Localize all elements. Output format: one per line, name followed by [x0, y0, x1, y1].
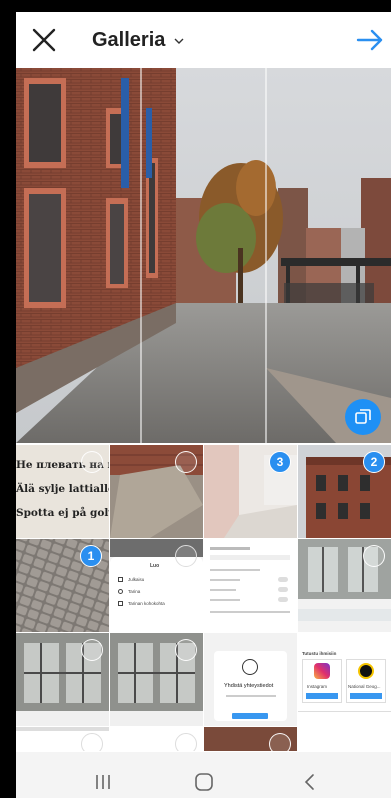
top-bar: Galleria — [16, 12, 391, 68]
text-line — [210, 589, 236, 591]
text-line — [210, 611, 290, 613]
select-circle[interactable] — [175, 733, 197, 751]
menu-item-2: Tarina — [128, 589, 141, 594]
partial-screenshot-2[interactable] — [110, 727, 203, 751]
home-icon[interactable] — [192, 772, 216, 792]
menu-icon — [118, 589, 123, 594]
recents-icon[interactable] — [91, 772, 115, 792]
dialog-button — [232, 713, 268, 719]
follow-button — [350, 693, 382, 699]
photo-preview[interactable] — [16, 68, 391, 443]
select-circle[interactable] — [175, 639, 197, 661]
text-line — [16, 727, 109, 731]
settings-screenshot[interactable] — [204, 539, 297, 632]
text-line — [210, 599, 240, 601]
partial-screenshot-4[interactable] — [298, 727, 391, 751]
window-photo-1[interactable] — [298, 539, 391, 632]
cobblestone-photo[interactable]: 1 — [16, 539, 109, 632]
close-icon[interactable] — [30, 26, 58, 54]
select-circle[interactable] — [269, 733, 291, 751]
toggle-switch — [278, 597, 288, 602]
gallery-selector[interactable]: Galleria — [92, 26, 185, 54]
page-title: Galleria — [92, 28, 166, 51]
dialog-title: Yhdistä yhteystiedot — [224, 683, 274, 689]
selection-order-badge[interactable]: 1 — [80, 545, 102, 567]
menu-item-3: Tarinan kohokohta — [128, 601, 165, 606]
sheet-title: Luo — [150, 563, 160, 569]
connect-screenshot[interactable]: Yhdistä yhteystiedot — [204, 633, 297, 726]
text-line — [210, 579, 240, 581]
sign-photo[interactable]: Не плевать на пол Älä sylje lattialle Sp… — [16, 445, 109, 538]
multi-select-icon[interactable] — [345, 399, 381, 435]
natgeo-logo-icon — [358, 663, 374, 679]
toggle-switch — [278, 577, 288, 582]
section-header: Tutustu ihmisiin — [302, 651, 337, 656]
window-photo-2[interactable] — [16, 633, 109, 726]
gallery-grid: Не плевать на пол Älä sylje lattialle Sp… — [16, 445, 391, 751]
street-photo[interactable]: 3 — [204, 445, 297, 538]
arrow-right-icon[interactable] — [355, 25, 385, 55]
select-circle[interactable] — [81, 733, 103, 751]
toggle-switch — [278, 587, 288, 592]
select-circle[interactable] — [175, 545, 197, 567]
window-photo-3[interactable] — [110, 633, 203, 726]
selection-order-badge[interactable]: 2 — [363, 451, 385, 473]
chevron-down-icon — [173, 34, 185, 46]
contacts-icon — [242, 659, 258, 675]
select-circle[interactable] — [81, 639, 103, 661]
sign-line-2: Älä sylje lattialle — [16, 483, 109, 495]
profile-name: Instagram — [307, 684, 328, 689]
sign-line-3: Spotta ej på golvet — [16, 507, 109, 519]
menu-icon — [118, 577, 123, 582]
selection-order-badge[interactable]: 3 — [269, 451, 291, 473]
profiles-screenshot[interactable]: Tutustu ihmisiin Instagram National Geog… — [298, 633, 391, 726]
text-line — [210, 555, 290, 560]
select-circle[interactable] — [363, 545, 385, 567]
partial-photo-3[interactable] — [204, 727, 297, 751]
follow-button — [306, 693, 338, 699]
menu-item-1: Julkaisu — [128, 577, 145, 582]
building-photo[interactable]: 2 — [298, 445, 391, 538]
divider — [298, 711, 391, 712]
instagram-logo-icon — [314, 663, 330, 679]
partial-screenshot-1[interactable] — [16, 727, 109, 751]
screen: Galleria Не плевать на Älä sylje lattial… — [16, 12, 391, 798]
phone-frame: Galleria Не плевать на Älä sylje lattial… — [0, 0, 391, 798]
menu-screenshot[interactable]: Luo Julkaisu Tarina Tarinan kohokohta — [110, 539, 203, 632]
wall-corner-photo[interactable] — [110, 445, 203, 538]
menu-icon — [118, 601, 123, 606]
back-icon[interactable] — [298, 772, 322, 792]
preview-image — [16, 68, 391, 443]
text-line — [210, 569, 260, 571]
select-circle[interactable] — [81, 451, 103, 473]
system-nav-bar — [16, 752, 391, 798]
text-line — [226, 695, 276, 697]
text-line — [210, 547, 250, 550]
profile-name: National Geog... — [348, 684, 381, 689]
select-circle[interactable] — [175, 451, 197, 473]
